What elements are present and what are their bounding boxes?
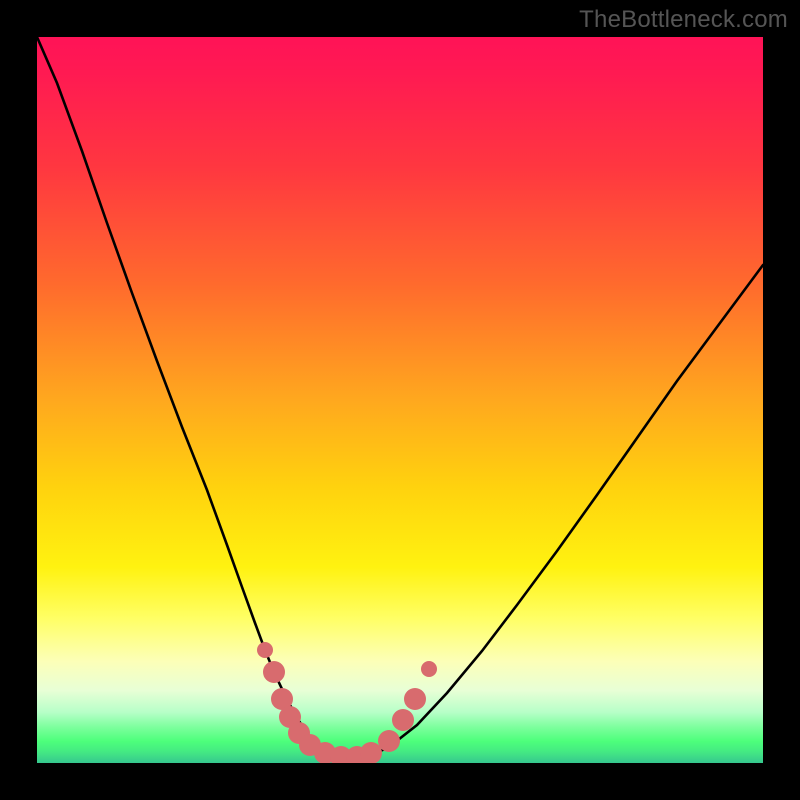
chart-frame: TheBottleneck.com <box>0 0 800 800</box>
marker-point <box>360 742 382 763</box>
marker-point <box>257 642 273 658</box>
marker-point <box>378 730 400 752</box>
plot-area <box>37 37 763 763</box>
marker-point <box>421 661 437 677</box>
highlight-markers <box>257 642 437 763</box>
marker-point <box>263 661 285 683</box>
watermark-text: TheBottleneck.com <box>579 6 788 34</box>
marker-point <box>392 709 414 731</box>
marker-point <box>404 688 426 710</box>
bottleneck-curve <box>37 37 763 758</box>
curve-layer <box>37 37 763 763</box>
